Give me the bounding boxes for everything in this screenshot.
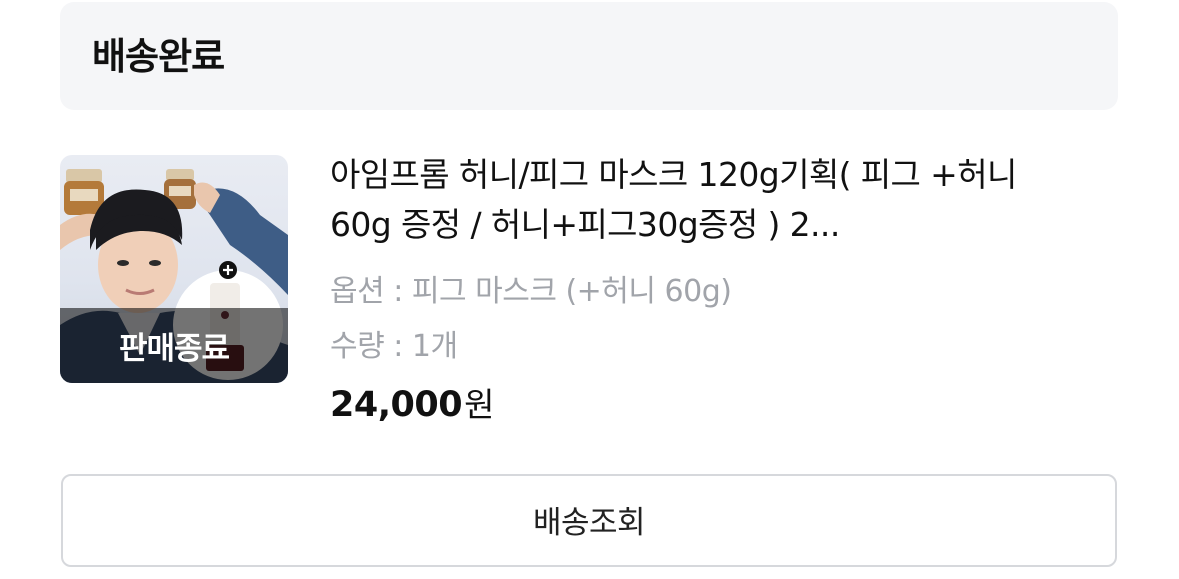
track-delivery-label: 배송조회 — [532, 505, 646, 541]
price-unit: 원 — [464, 385, 495, 424]
honey-jar-left-image — [64, 169, 104, 215]
track-delivery-button[interactable]: 배송조회 — [61, 474, 1117, 567]
price-amount: 24,000 — [330, 385, 463, 425]
order-status-header: 배송완료 — [60, 2, 1118, 110]
product-thumbnail[interactable]: 판매종료 — [60, 155, 288, 383]
plus-icon — [219, 261, 237, 279]
order-status-title: 배송완료 — [92, 35, 225, 78]
sold-out-label: 판매종료 — [118, 331, 230, 367]
product-name-link[interactable]: 아임프롬 허니/피그 마스크 120g기획( 피그 +허니 60g 증정 / 허… — [330, 150, 1020, 250]
product-price: 24,000원 — [330, 378, 494, 426]
product-option: 옵션 : 피그 마스크 (+허니 60g) — [330, 274, 732, 309]
order-item-card: 배송완료 판매종료 아임프롬 허니/피그 마스크 120g기획(피그 +허니 … — [0, 0, 1179, 579]
product-quantity: 수량 : 1개 — [330, 329, 458, 364]
sold-out-overlay: 판매종료 — [60, 308, 288, 383]
